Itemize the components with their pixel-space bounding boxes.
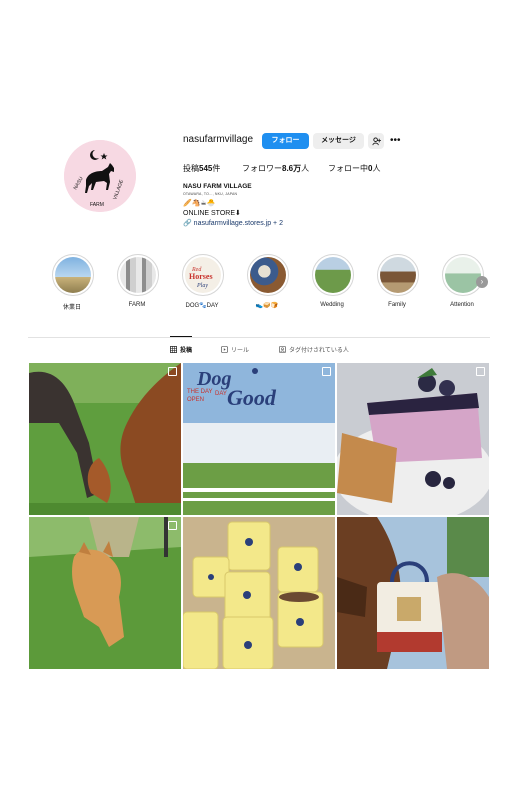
message-button[interactable]: メッセージ: [313, 133, 364, 149]
highlight-label: Family: [388, 302, 406, 308]
post-tile[interactable]: [337, 517, 489, 669]
dog-on-grass-image: [29, 517, 181, 669]
post-tile[interactable]: [29, 517, 181, 669]
tab-tagged[interactable]: タグ付けされている人: [279, 345, 349, 354]
bio-link[interactable]: 🔗 nasufarmvillage.stores.jp + 2: [183, 219, 283, 227]
more-options-button[interactable]: •••: [390, 133, 401, 149]
post-tile[interactable]: [337, 363, 489, 515]
follow-button[interactable]: フォロー: [262, 133, 309, 149]
tab-label: タグ付けされている人: [289, 348, 349, 354]
svg-text:DAY: DAY: [215, 391, 227, 397]
food-thumbnail: [250, 257, 286, 293]
highlight-label: 👟🥪🍞: [255, 303, 279, 309]
tabs-divider: [28, 337, 490, 338]
username: nasufarmvillage: [183, 134, 254, 145]
post-tile[interactable]: [29, 363, 181, 515]
tag-icon: [279, 346, 286, 353]
highlight-label: Wedding: [320, 302, 344, 308]
highlight-label: DOG🐾DAY: [185, 303, 219, 309]
bio-name: NASU FARM VILLAGE: [183, 183, 252, 190]
bio-emoji: 🥖🐴☕🐣: [183, 200, 216, 207]
person-add-icon: [371, 136, 381, 145]
highlight-dogday[interactable]: Red Horses Play DOG🐾DAY: [182, 254, 224, 309]
svg-text:Good: Good: [227, 385, 277, 410]
highlight-family[interactable]: Family: [377, 254, 419, 308]
link-icon: 🔗: [183, 220, 192, 227]
chevron-right-icon[interactable]: ›: [476, 276, 488, 288]
grid-icon: [170, 346, 177, 353]
followers-count[interactable]: フォロワー8.6万人: [242, 163, 309, 174]
svg-text:THE DAY: THE DAY: [187, 389, 213, 395]
tab-posts[interactable]: 投稿: [170, 345, 192, 354]
highlight-label: 休業日: [62, 305, 81, 311]
blueberry-cheesecake-image: [337, 363, 489, 515]
highlight-label: FARM: [128, 302, 146, 308]
svg-text:OPEN: OPEN: [187, 397, 204, 403]
following-count[interactable]: フォロー中0人: [328, 163, 380, 174]
svg-text:FARM: FARM: [90, 202, 104, 208]
bio-store-line: ONLINE STORE⬇: [183, 210, 241, 217]
multi-post-icon: [476, 367, 485, 376]
tab-label: リール: [231, 348, 250, 354]
highlight-holiday[interactable]: 休業日: [52, 254, 94, 311]
add-user-button[interactable]: [368, 133, 384, 149]
red-horses-thumbnail: Red Horses Play: [185, 257, 221, 293]
horse-with-bag-image: [337, 517, 489, 669]
yellow-mugs-image: [183, 517, 335, 669]
highlight-farm[interactable]: FARM: [117, 254, 159, 308]
attention-thumbnail: [445, 257, 481, 293]
post-tile[interactable]: Dog THE DAY OPEN DAY Good: [183, 363, 335, 515]
multi-post-icon: [168, 521, 177, 530]
bio-link-text[interactable]: nasufarmvillage.stores.jp + 2: [194, 220, 283, 227]
bio-location: OTAWARA, TO..., NKU, JAPAN: [183, 192, 238, 196]
highlight-wedding[interactable]: Wedding: [312, 254, 354, 308]
farm-thumbnail: [120, 257, 156, 293]
highlight-food[interactable]: 👟🥪🍞: [247, 254, 289, 309]
active-tab-indicator: [170, 336, 192, 337]
multi-post-icon: [322, 367, 331, 376]
family-thumbnail: [380, 257, 416, 293]
svg-text:Play: Play: [196, 283, 208, 289]
svg-text:Horses: Horses: [189, 272, 213, 281]
horses-grazing-image: [29, 363, 181, 515]
profile-avatar[interactable]: NASU FARM VILLAGE: [64, 140, 136, 212]
reels-icon: [221, 346, 228, 353]
dog-day-poster-image: Dog THE DAY OPEN DAY Good: [183, 363, 335, 515]
wedding-thumbnail: [315, 257, 351, 293]
multi-post-icon: [168, 367, 177, 376]
posts-count: 投稿545件: [183, 164, 221, 173]
tab-reels[interactable]: リール: [221, 345, 249, 354]
horse-logo-icon: NASU FARM VILLAGE: [64, 140, 136, 212]
tab-label: 投稿: [180, 348, 193, 354]
post-tile[interactable]: [183, 517, 335, 669]
highlight-label: Attention: [450, 302, 474, 308]
sky-thumbnail: [55, 257, 91, 293]
